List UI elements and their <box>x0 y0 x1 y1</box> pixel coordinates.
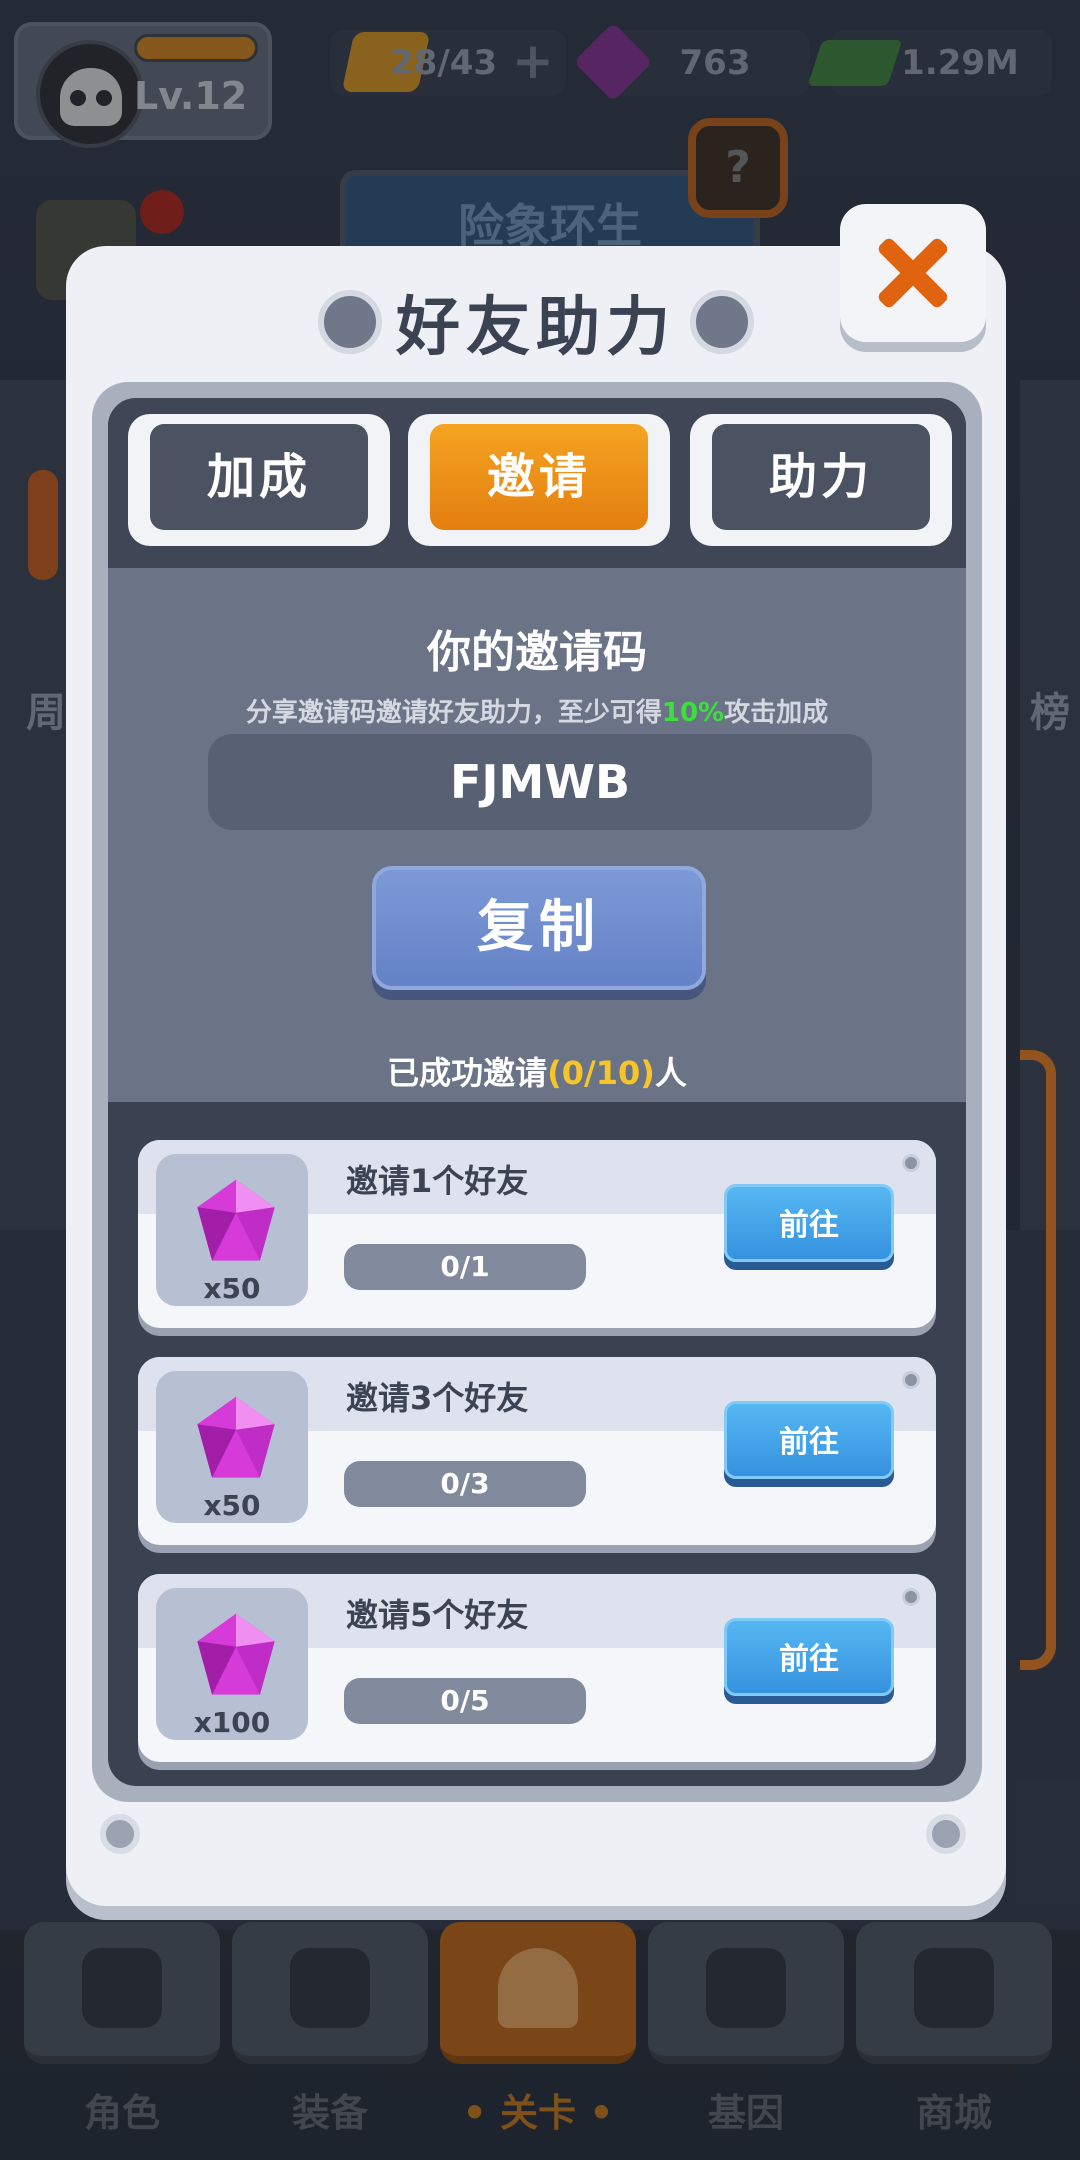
tab-invite[interactable]: 邀请 <box>408 414 670 546</box>
quest-title: 邀请3个好友 <box>346 1379 529 1417</box>
quest-bolt <box>902 1588 920 1606</box>
tab-label: 加成 <box>150 424 368 530</box>
copy-button-label[interactable]: 复制 <box>372 866 706 990</box>
reward-slot: x100 <box>156 1588 308 1740</box>
gem-icon <box>197 1613 275 1695</box>
reward-amount: x100 <box>193 1706 271 1739</box>
tab-label: 助力 <box>712 424 930 530</box>
tab-label: 邀请 <box>430 424 648 530</box>
gem-icon <box>197 1179 275 1261</box>
gem-icon <box>197 1396 275 1478</box>
reward-amount: x50 <box>203 1272 261 1305</box>
dialog-bolt-left <box>100 1814 140 1854</box>
invite-quest-card: x100 邀请5个好友 0/5 前往 <box>138 1574 936 1762</box>
quest-progress: 0/1 <box>344 1244 586 1290</box>
go-button[interactable]: 前往 <box>724 1184 894 1262</box>
reward-slot: x50 <box>156 1154 308 1306</box>
tab-assist[interactable]: 助力 <box>690 414 952 546</box>
bonus-percent: 10% <box>661 698 725 728</box>
tab-bonus[interactable]: 加成 <box>128 414 390 546</box>
quest-progress: 0/5 <box>344 1678 586 1724</box>
reward-amount: x50 <box>203 1489 261 1522</box>
quest-bolt <box>902 1371 920 1389</box>
close-button[interactable] <box>840 204 986 342</box>
quest-bolt <box>902 1154 920 1172</box>
dialog-bolt-right <box>926 1814 966 1854</box>
quest-title: 邀请5个好友 <box>346 1596 529 1634</box>
invite-success-count: 已成功邀请(0/10)人 <box>387 1054 687 1092</box>
quest-progress: 0/3 <box>344 1461 586 1507</box>
invite-code: FJMWB <box>449 755 631 809</box>
invite-quest-card: x50 邀请1个好友 0/1 前往 <box>138 1140 936 1328</box>
go-button[interactable]: 前往 <box>724 1618 894 1696</box>
invite-quest-card: x50 邀请3个好友 0/3 前往 <box>138 1357 936 1545</box>
quest-title: 邀请1个好友 <box>346 1162 529 1200</box>
invite-description: 分享邀请码邀请好友助力，至少可得10%攻击加成 <box>245 698 829 728</box>
invite-code-title: 你的邀请码 <box>427 627 647 678</box>
reward-slot: x50 <box>156 1371 308 1523</box>
go-button[interactable]: 前往 <box>724 1401 894 1479</box>
